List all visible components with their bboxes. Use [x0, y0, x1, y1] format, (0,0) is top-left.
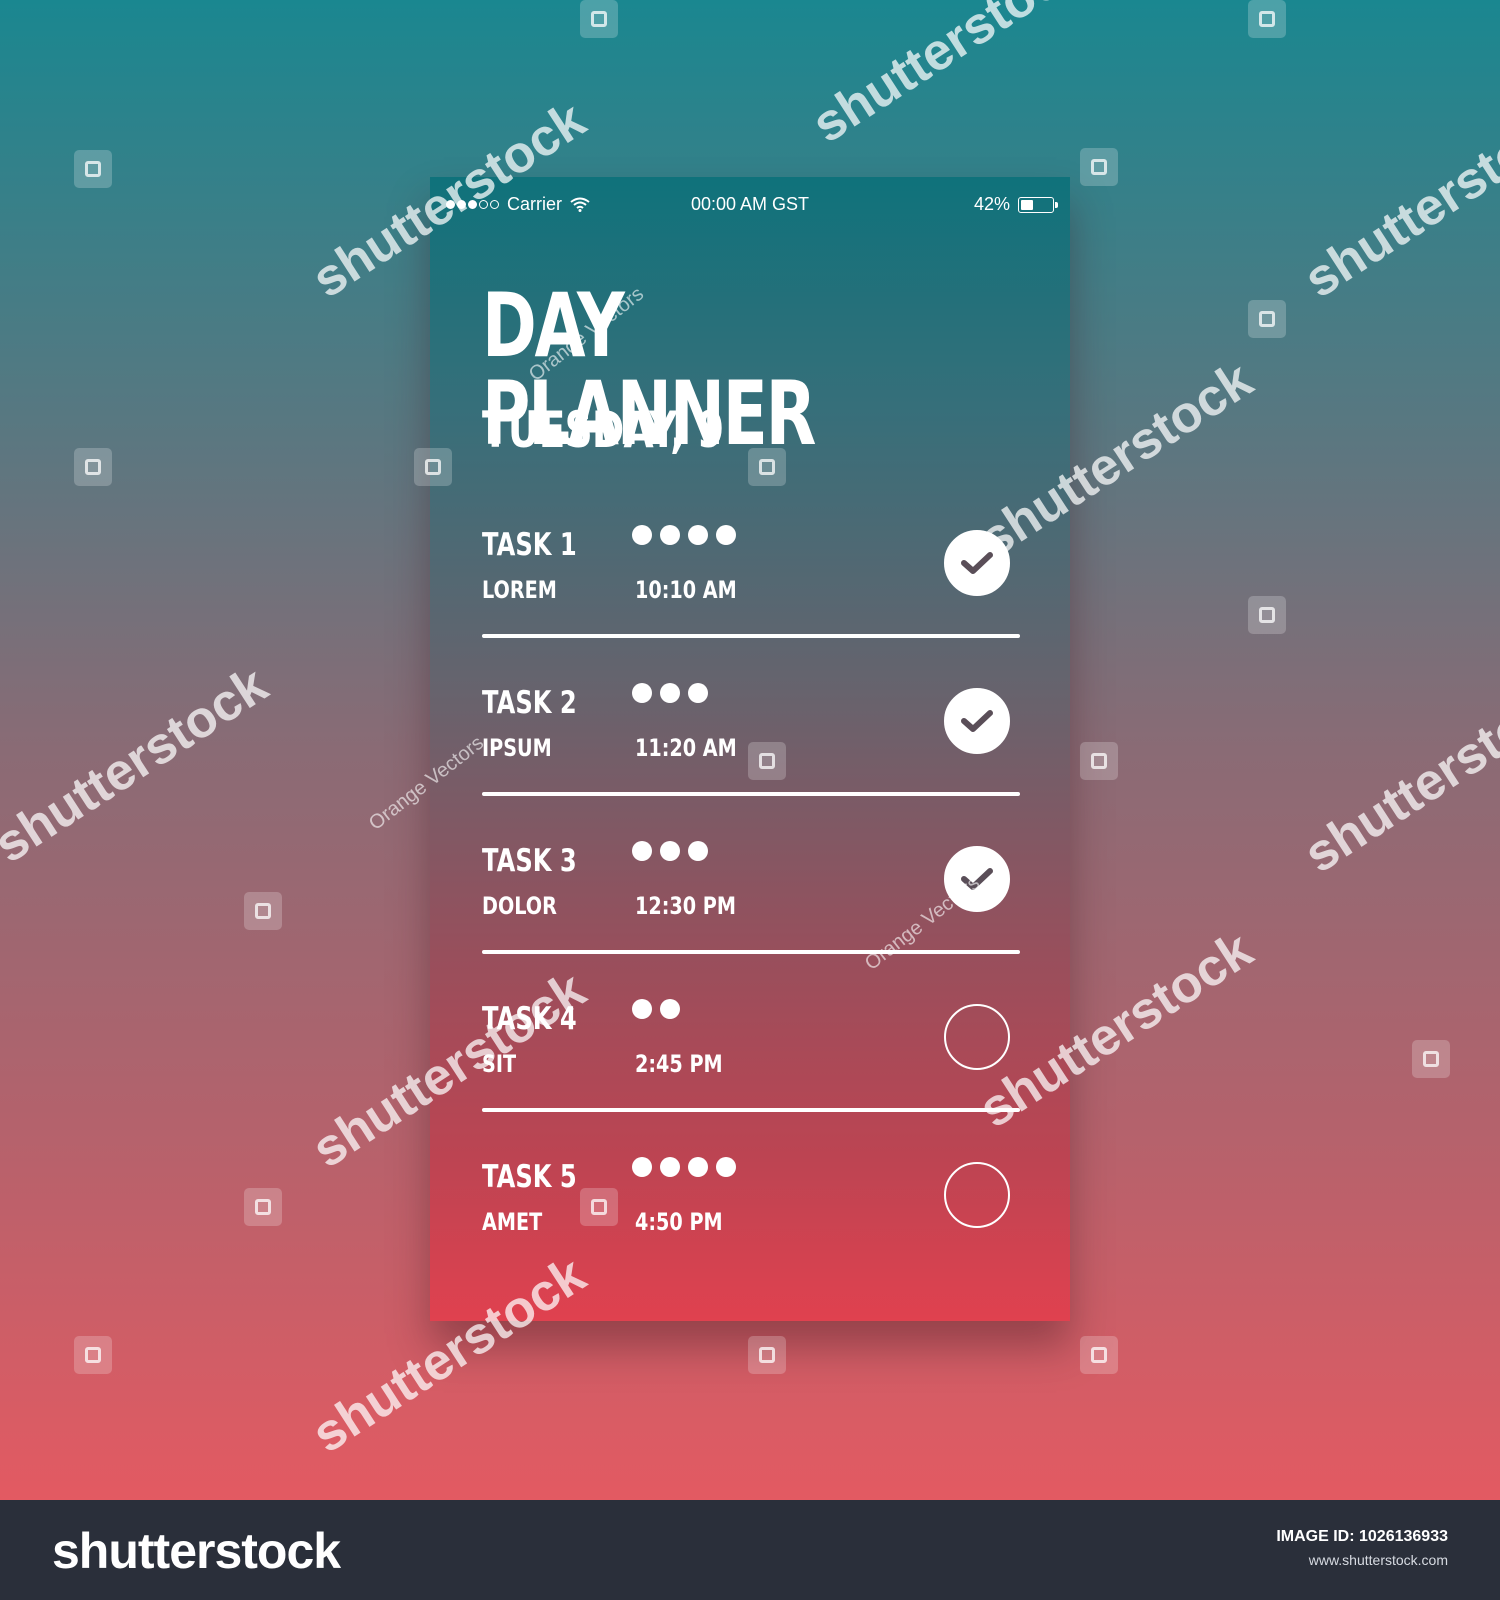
task-divider: [482, 950, 1020, 954]
footer-bar: shutterstock IMAGE ID: 1026136933 www.sh…: [0, 1500, 1500, 1600]
task-time: 4:50 PM: [635, 1208, 723, 1236]
priority-dot: [660, 525, 680, 545]
battery-nub: [1055, 201, 1058, 208]
watermark-logo-icon: [414, 448, 452, 486]
image-id: IMAGE ID: 1026136933: [1276, 1528, 1448, 1545]
task-checkbox[interactable]: [944, 1004, 1010, 1070]
watermark-logo-icon: [244, 1188, 282, 1226]
task-item[interactable]: TASK 1 LOREM 10:10 AM: [482, 515, 1020, 673]
watermark-logo-icon: [748, 1336, 786, 1374]
watermark-logo-icon: [74, 448, 112, 486]
task-time: 2:45 PM: [635, 1050, 723, 1078]
watermark-logo-icon: [1248, 300, 1286, 338]
watermark-logo-icon: [1248, 0, 1286, 38]
task-subtitle: AMET: [482, 1208, 543, 1236]
battery-fill: [1021, 199, 1034, 210]
priority-dot: [632, 1157, 652, 1177]
priority-dot: [660, 841, 680, 861]
task-name: TASK 1: [482, 527, 577, 563]
watermark-logo-icon: [1080, 1336, 1118, 1374]
footer-brand-logo: shutterstock: [52, 1523, 341, 1579]
priority-dots: [632, 683, 708, 703]
priority-dot: [716, 525, 736, 545]
priority-dot: [660, 1157, 680, 1177]
watermark-logo-icon: [748, 448, 786, 486]
priority-dots: [632, 841, 708, 861]
priority-dots: [632, 525, 736, 545]
priority-dot: [716, 1157, 736, 1177]
priority-dot: [688, 841, 708, 861]
watermark-logo-icon: [1248, 596, 1286, 634]
task-subtitle: LOREM: [482, 576, 557, 604]
priority-dots: [632, 999, 680, 1019]
watermark-logo-icon: [580, 1188, 618, 1226]
watermark-logo-icon: [748, 742, 786, 780]
watermark-logo-icon: [1080, 148, 1118, 186]
priority-dot: [688, 683, 708, 703]
watermark-logo-icon: [1080, 742, 1118, 780]
footer-url[interactable]: www.shutterstock.com: [1276, 1552, 1448, 1568]
priority-dot: [688, 525, 708, 545]
task-divider: [482, 792, 1020, 796]
task-divider: [482, 1108, 1020, 1112]
task-name: TASK 5: [482, 1159, 577, 1195]
task-checkbox[interactable]: [944, 688, 1010, 754]
task-subtitle: IPSUM: [482, 734, 552, 762]
priority-dot: [688, 1157, 708, 1177]
watermark-logo-icon: [244, 892, 282, 930]
priority-dot: [632, 841, 652, 861]
task-name: TASK 3: [482, 843, 577, 879]
status-right: 42%: [973, 194, 1058, 215]
task-time: 10:10 AM: [635, 576, 737, 604]
task-name: TASK 2: [482, 685, 577, 721]
watermark-logo-icon: [74, 1336, 112, 1374]
footer-meta: IMAGE ID: 1026136933 www.shutterstock.co…: [1276, 1528, 1448, 1568]
priority-dot: [632, 525, 652, 545]
priority-dots: [632, 1157, 736, 1177]
watermark-logo-icon: [1412, 1040, 1450, 1078]
battery-percent: 42%: [973, 194, 1010, 214]
checkmark-icon: [961, 552, 993, 574]
watermark-logo-icon: [580, 0, 618, 38]
priority-dot: [632, 683, 652, 703]
task-time: 11:20 AM: [635, 734, 737, 762]
priority-dot: [660, 683, 680, 703]
task-time: 12:30 PM: [635, 892, 736, 920]
page-date: TUESDAY, 9: [482, 401, 724, 459]
checkmark-icon: [961, 710, 993, 732]
priority-dot: [660, 999, 680, 1019]
task-subtitle: DOLOR: [482, 892, 557, 920]
priority-dot: [632, 999, 652, 1019]
battery-icon: [1018, 196, 1058, 213]
watermark-logo-icon: [74, 150, 112, 188]
task-divider: [482, 634, 1020, 638]
task-checkbox[interactable]: [944, 1162, 1010, 1228]
